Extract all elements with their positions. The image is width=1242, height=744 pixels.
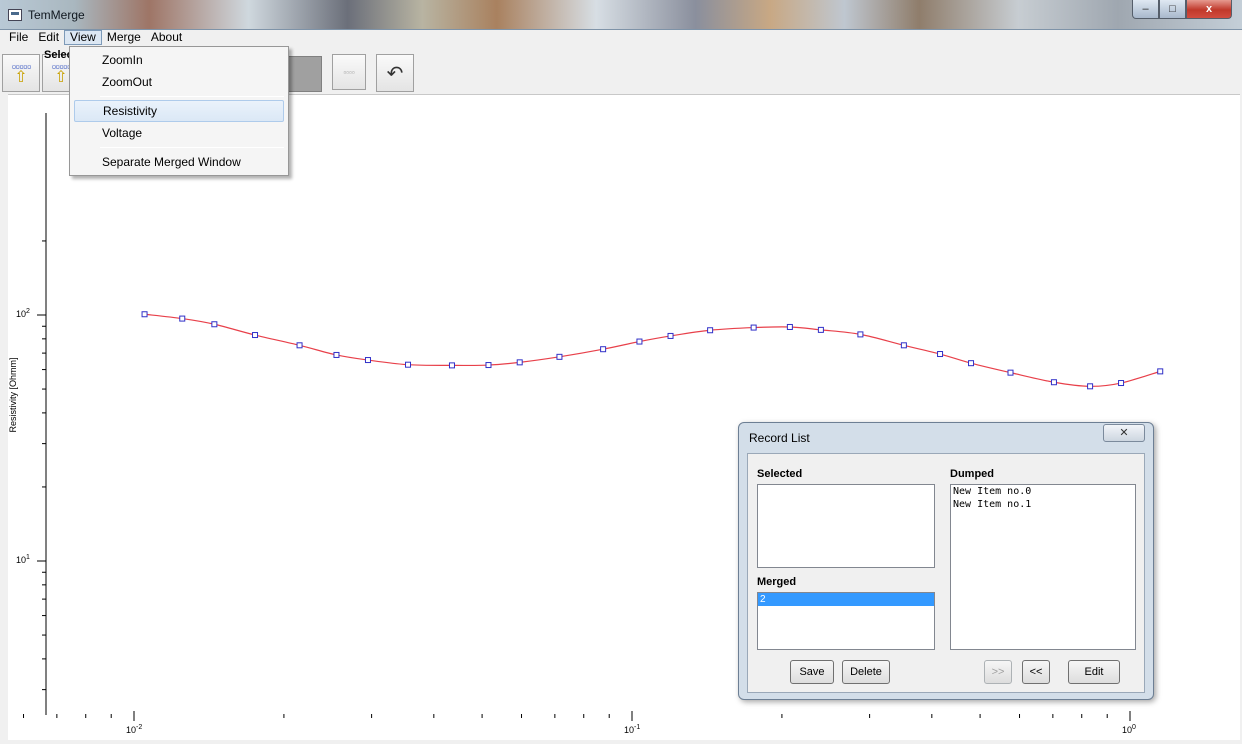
edit-button[interactable]: Edit	[1068, 660, 1120, 684]
menu-file[interactable]: File	[4, 30, 33, 45]
toolbar-gray-button[interactable]	[286, 56, 322, 92]
menu-edit[interactable]: Edit	[33, 30, 64, 45]
data-point-marker	[485, 362, 492, 369]
toolbar-import-button[interactable]: ▫▫▫▫▫ ⇧	[2, 54, 40, 92]
arrow-up-icon: ⇧	[14, 68, 28, 86]
data-point-marker	[667, 332, 674, 339]
dumped-list-label: Dumped	[950, 468, 994, 480]
merged-listbox[interactable]: 2	[757, 592, 935, 650]
y-axis-label: Resistivity [Ohmm]	[8, 357, 18, 432]
grid-icon: ▫▫▫▫	[343, 67, 355, 77]
x-tick-label-1: 100	[1122, 724, 1136, 735]
data-point-marker	[1087, 383, 1094, 390]
x-tick-label-01: 10-1	[624, 724, 640, 735]
data-point-marker	[1157, 368, 1164, 375]
move-back-button[interactable]: <<	[1022, 660, 1050, 684]
data-point-marker	[636, 338, 643, 345]
dialog-title: Record List	[749, 431, 810, 445]
x-tick-label-001: 10-2	[126, 724, 142, 735]
window-title: TemMerge	[28, 8, 85, 22]
menu-separator	[100, 147, 284, 148]
data-point-marker	[405, 361, 412, 368]
data-point-marker	[707, 327, 714, 334]
dialog-body: Selected Dumped New Item no.0 New Item n…	[747, 453, 1145, 693]
data-point-marker	[1007, 369, 1014, 376]
data-point-marker	[252, 332, 259, 339]
data-point-marker	[556, 353, 563, 360]
series-markers	[141, 311, 1164, 390]
data-point-marker	[968, 360, 975, 367]
record-list-dialog: Record List ✕ Selected Dumped New Item n…	[738, 422, 1154, 700]
menu-bar: File Edit View Merge About	[0, 30, 1242, 45]
save-button[interactable]: Save	[790, 660, 834, 684]
menu-merge[interactable]: Merge	[102, 30, 146, 45]
menu-separator	[100, 96, 284, 97]
close-button[interactable]: x	[1186, 0, 1232, 19]
menu-item-zoomin[interactable]: ZoomIn	[74, 49, 284, 71]
menu-item-separate-merged-window[interactable]: Separate Merged Window	[74, 151, 284, 173]
data-point-marker	[516, 359, 523, 366]
y-minor-ticks	[42, 240, 46, 691]
list-item[interactable]: 2	[758, 593, 934, 606]
data-point-marker	[900, 342, 907, 349]
close-icon: ✕	[1119, 427, 1129, 439]
dialog-close-button[interactable]: ✕	[1103, 424, 1145, 442]
list-item[interactable]: New Item no.0	[951, 485, 1135, 498]
menu-item-zoomout[interactable]: ZoomOut	[74, 71, 284, 93]
data-point-marker	[786, 323, 793, 330]
selected-list-label: Selected	[757, 468, 803, 480]
menu-view[interactable]: View	[64, 30, 102, 45]
data-point-marker	[211, 321, 218, 328]
window-controls: – □ x	[1132, 0, 1232, 20]
undo-icon: ↶	[386, 62, 404, 85]
move-forward-button[interactable]: >>	[984, 660, 1012, 684]
data-point-marker	[333, 351, 340, 358]
data-point-marker	[448, 362, 455, 369]
data-point-marker	[857, 331, 864, 338]
title-bar: TemMerge – □ x	[0, 0, 1242, 30]
merged-list-label: Merged	[757, 576, 797, 588]
app-icon	[8, 9, 22, 21]
dumped-listbox[interactable]: New Item no.0 New Item no.1	[950, 484, 1136, 650]
selected-listbox[interactable]	[757, 484, 935, 568]
minimize-button[interactable]: –	[1132, 0, 1159, 19]
data-point-marker	[179, 315, 186, 322]
toolbar-undo-button[interactable]: ↶	[376, 54, 414, 92]
data-point-marker	[364, 357, 371, 364]
menu-about[interactable]: About	[146, 30, 187, 45]
x-minor-ticks	[23, 714, 1108, 718]
view-menu-dropdown: ZoomIn ZoomOut Resistivity Voltage Separ…	[69, 46, 289, 176]
data-point-marker	[600, 346, 607, 353]
menu-item-voltage[interactable]: Voltage	[74, 122, 284, 144]
toolbar-grid-button[interactable]: ▫▫▫▫	[332, 54, 366, 90]
data-point-marker	[937, 351, 944, 358]
maximize-button[interactable]: □	[1159, 0, 1186, 19]
delete-button[interactable]: Delete	[842, 660, 890, 684]
list-item[interactable]: New Item no.1	[951, 498, 1135, 511]
y-tick-label-10: 101	[16, 554, 30, 565]
y-tick-label-100: 102	[16, 308, 30, 319]
data-point-marker	[1118, 380, 1125, 387]
data-point-marker	[1050, 379, 1057, 386]
menu-item-resistivity[interactable]: Resistivity	[74, 100, 284, 122]
arrow-up-icon: ⇧	[54, 68, 68, 86]
data-point-marker	[750, 324, 757, 331]
data-point-marker	[296, 342, 303, 349]
data-point-marker	[817, 326, 824, 333]
data-point-marker	[141, 311, 148, 318]
